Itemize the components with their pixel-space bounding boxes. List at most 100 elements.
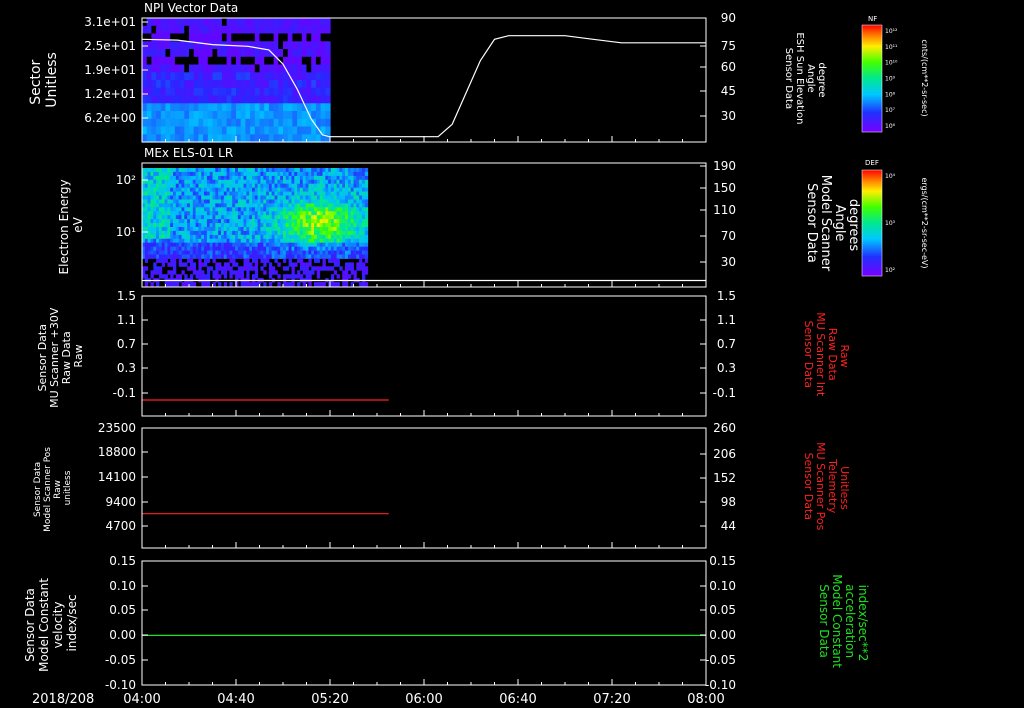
- npi-cell: [273, 64, 279, 73]
- els-cell: [175, 227, 180, 232]
- els-cell: [288, 183, 292, 189]
- npi-cell: [193, 80, 199, 89]
- els-cell: [189, 254, 194, 259]
- els-cell: [274, 250, 278, 255]
- npi-cell: [245, 118, 251, 128]
- els-cell: [330, 168, 335, 173]
- right-label-npi: Sensor Data ESH Sun Elevation Angle degr…: [783, 32, 827, 127]
- npi-cell: [221, 111, 228, 120]
- npi-cell: [320, 87, 326, 97]
- npi-cell: [184, 72, 190, 81]
- els-cell: [316, 266, 321, 271]
- npi-cell: [179, 18, 185, 27]
- npi-cell: [297, 111, 303, 120]
- left-tick-label: -0.05: [105, 653, 136, 667]
- els-cell: [316, 250, 321, 255]
- els-cell: [246, 203, 250, 208]
- els-cell: [345, 171, 349, 177]
- npi-cell: [315, 134, 322, 143]
- npi-cell: [292, 103, 298, 112]
- els-cell: [204, 242, 208, 248]
- els-cell: [175, 179, 180, 185]
- left-tick-label: 0.15: [109, 554, 136, 568]
- colorbar-def-unit: ergs/(cm**2-sr-sec-eV): [920, 177, 929, 268]
- npi-cell: [226, 33, 232, 42]
- els-cell: [359, 223, 363, 228]
- npi-cell: [174, 87, 181, 97]
- npi-cell: [174, 80, 181, 89]
- colorbar-def-ticks: 10⁴ 10³ 10²: [885, 173, 896, 274]
- npi-cell: [217, 56, 223, 66]
- npi-cell: [311, 64, 317, 73]
- els-cell: [364, 254, 369, 259]
- els-cell: [311, 270, 315, 275]
- els-cell: [246, 246, 250, 252]
- els-cell: [362, 262, 366, 267]
- npi-cell: [292, 72, 298, 81]
- npi-cell: [236, 49, 242, 58]
- els-cell: [218, 246, 222, 252]
- els-cell: [204, 282, 208, 287]
- npi-cell: [320, 56, 326, 66]
- npi-cell: [193, 49, 199, 58]
- npi-cell: [170, 25, 176, 35]
- els-cell: [218, 183, 222, 189]
- left-tick-label: 9400: [105, 495, 136, 509]
- right-ticks-scanner-pos: 260 206 152 98 44: [700, 421, 736, 533]
- npi-cell: [203, 118, 209, 128]
- npi-cell: [221, 80, 228, 89]
- els-cell: [181, 270, 185, 275]
- els-cell: [330, 266, 335, 271]
- npi-cell: [142, 25, 148, 35]
- npi-cell: [142, 72, 148, 81]
- npi-cell: [287, 126, 293, 135]
- els-cell: [274, 195, 278, 200]
- els-cell: [364, 250, 369, 255]
- npi-cell: [245, 72, 251, 81]
- els-cell: [299, 274, 304, 279]
- right-tick-label: 0.15: [709, 554, 736, 568]
- npi-cell: [203, 41, 209, 50]
- npi-cell: [189, 111, 195, 120]
- npi-cell: [212, 134, 218, 143]
- npi-cell: [184, 118, 190, 128]
- npi-cell: [203, 95, 209, 104]
- npi-cell: [189, 118, 195, 128]
- els-cell: [175, 238, 180, 244]
- npi-cell: [217, 126, 223, 135]
- npi-cell: [283, 56, 289, 66]
- npi-cell: [240, 111, 246, 120]
- els-cell: [223, 270, 228, 275]
- npi-cell: [231, 72, 237, 81]
- els-cell: [232, 183, 236, 189]
- npi-cell: [226, 95, 232, 104]
- npi-cell: [273, 25, 279, 35]
- npi-cell: [221, 103, 228, 112]
- els-cell: [161, 171, 165, 177]
- npi-cell: [259, 33, 265, 42]
- npi-cell: [151, 41, 157, 50]
- right-tick-label: -0.05: [705, 653, 736, 667]
- els-cell: [246, 171, 250, 177]
- npi-cell: [221, 95, 228, 104]
- npi-cell: [212, 87, 218, 97]
- npi-cell: [142, 95, 148, 104]
- npi-cell: [250, 56, 256, 66]
- panel-npi: NPI Vector Data 3.1e+01 2.5e+01 1.9e+01 1.2…: [28, 1, 827, 143]
- els-cell: [232, 250, 236, 255]
- els-cell: [260, 171, 264, 177]
- npi-cell: [240, 87, 246, 97]
- els-cell: [161, 230, 165, 236]
- npi-cell: [311, 87, 317, 97]
- npi-cell: [311, 103, 317, 112]
- els-cell: [359, 282, 363, 287]
- els-cell: [232, 227, 236, 232]
- npi-cell: [283, 118, 289, 128]
- npi-cell: [231, 49, 237, 58]
- npi-cell: [217, 72, 223, 81]
- npi-cell: [193, 118, 199, 128]
- npi-cell: [259, 72, 265, 81]
- els-cell: [302, 262, 306, 267]
- npi-cell: [259, 18, 265, 27]
- npi-cell: [250, 64, 256, 73]
